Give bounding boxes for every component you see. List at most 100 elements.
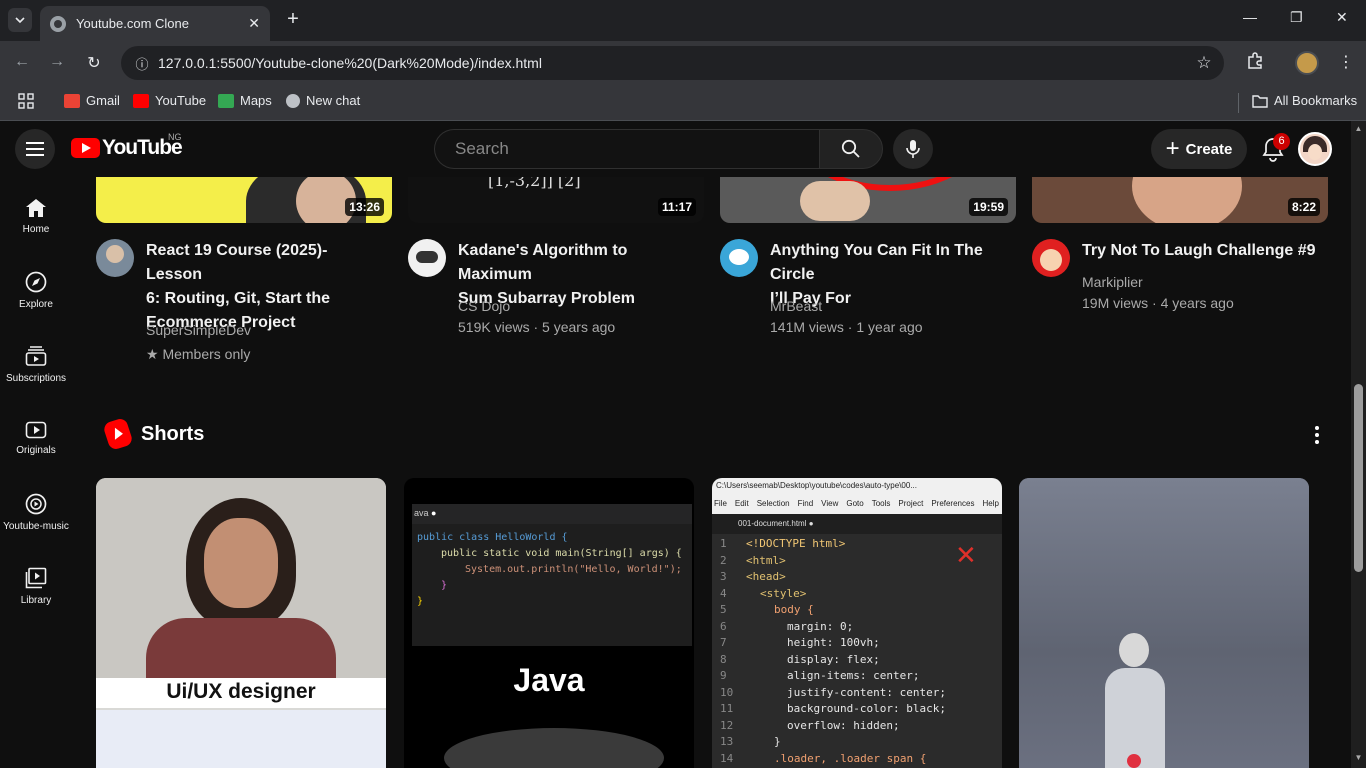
search-input[interactable]: Search bbox=[434, 129, 819, 169]
figure-head bbox=[1119, 633, 1149, 667]
back-button[interactable]: ← bbox=[11, 53, 33, 71]
apps-icon[interactable] bbox=[18, 93, 34, 109]
sidebar-item-explore[interactable]: Explore bbox=[0, 255, 72, 325]
country-code: NG bbox=[168, 132, 182, 142]
youtube-header: YouTube NG Search + Create 6 bbox=[0, 121, 1351, 177]
notifications-button[interactable]: 6 bbox=[1259, 133, 1290, 163]
gmail-icon bbox=[64, 93, 80, 108]
browser-tabbar: Youtube.com Clone ✕ + — ❐ ✕ bbox=[0, 0, 1366, 41]
sidebar-item-label: Originals bbox=[16, 444, 56, 456]
code-line: } bbox=[441, 580, 448, 591]
microphone-icon bbox=[906, 140, 920, 158]
sidebar-item-youtube-music[interactable]: Youtube-music bbox=[0, 477, 72, 547]
short-card[interactable] bbox=[1019, 478, 1309, 768]
library-icon bbox=[25, 567, 47, 588]
channel-avatar[interactable] bbox=[720, 239, 758, 277]
channel-name[interactable]: SuperSimpleDev bbox=[146, 320, 251, 340]
scrollbar-thumb[interactable] bbox=[1354, 384, 1363, 572]
create-label: Create bbox=[1185, 140, 1233, 158]
extensions-icon[interactable] bbox=[1246, 52, 1264, 75]
sidebar-item-library[interactable]: Library bbox=[0, 551, 72, 621]
bookmark-maps[interactable]: Maps bbox=[218, 93, 272, 108]
youtube-play-icon bbox=[71, 138, 100, 158]
plus-icon: + bbox=[1165, 135, 1180, 162]
chat-icon bbox=[286, 93, 300, 108]
video-duration: 19:59 bbox=[969, 198, 1008, 216]
youtube-icon bbox=[133, 93, 149, 108]
sidebar-item-label: Explore bbox=[19, 298, 53, 310]
short-smoke bbox=[444, 728, 664, 768]
address-bar[interactable]: ⓘ 127.0.0.1:5500/Youtube-clone%20(Dark%2… bbox=[121, 46, 1224, 80]
bookmark-new-chat[interactable]: New chat bbox=[286, 93, 360, 108]
bookmark-youtube[interactable]: YouTube bbox=[133, 93, 206, 108]
folder-icon bbox=[1252, 94, 1268, 108]
site-info-icon[interactable]: ⓘ bbox=[127, 54, 157, 73]
music-icon bbox=[25, 493, 47, 514]
video-title-line: Try Not To Laugh Challenge #9 bbox=[1082, 242, 1316, 259]
user-avatar[interactable] bbox=[1298, 132, 1332, 166]
page-scrollbar[interactable]: ▲ ▼ bbox=[1351, 121, 1366, 768]
video-title-line: Kadane's Algorithm to Maximum bbox=[458, 242, 628, 283]
video-duration: 11:17 bbox=[657, 198, 696, 216]
close-tab-icon[interactable]: ✕ bbox=[248, 15, 260, 32]
channel-avatar[interactable] bbox=[96, 239, 134, 277]
video-title[interactable]: Try Not To Laugh Challenge #9 bbox=[1082, 239, 1332, 263]
channel-avatar[interactable] bbox=[1032, 239, 1070, 277]
sidebar-item-home[interactable]: Home bbox=[0, 181, 72, 251]
video-title-line: Anything You Can Fit In The Circle bbox=[770, 242, 983, 283]
home-icon bbox=[26, 198, 46, 217]
scroll-down-arrow[interactable]: ▼ bbox=[1351, 753, 1366, 762]
bookmark-star-icon[interactable]: ☆ bbox=[1184, 53, 1224, 73]
menu-icon[interactable] bbox=[15, 129, 55, 169]
forward-button[interactable]: → bbox=[46, 53, 68, 71]
video-duration: 8:22 bbox=[1287, 198, 1320, 216]
new-tab-button[interactable]: + bbox=[282, 8, 304, 32]
search-button[interactable] bbox=[819, 129, 883, 169]
browser-tab[interactable]: Youtube.com Clone ✕ bbox=[40, 6, 270, 41]
video-stats: 19M views · 4 years ago bbox=[1082, 295, 1234, 311]
reload-button[interactable]: ↻ bbox=[83, 53, 105, 73]
chevron-down-icon bbox=[15, 17, 25, 24]
browser-menu-icon[interactable]: ⋮ bbox=[1338, 52, 1354, 72]
notification-badge: 6 bbox=[1273, 133, 1290, 150]
channel-name[interactable]: Markiplier bbox=[1082, 272, 1143, 292]
thumbnail-hand bbox=[800, 181, 870, 221]
create-button[interactable]: + Create bbox=[1151, 129, 1247, 169]
close-window-button[interactable]: ✕ bbox=[1336, 9, 1348, 26]
short-lower-panel bbox=[96, 710, 386, 768]
tab-search-button[interactable] bbox=[8, 8, 32, 32]
video-stats: 519K views · 5 years ago bbox=[458, 319, 616, 335]
channel-name[interactable]: CS Dojo bbox=[458, 296, 510, 316]
scroll-up-arrow[interactable]: ▲ bbox=[1351, 124, 1366, 133]
bookmark-label: YouTube bbox=[155, 93, 207, 108]
bookmark-label: Gmail bbox=[86, 93, 120, 108]
voice-search-button[interactable] bbox=[893, 129, 933, 169]
subscriptions-icon bbox=[25, 345, 47, 366]
channel-avatar[interactable] bbox=[408, 239, 446, 277]
editor-file-tab: 001-document.html ● bbox=[712, 514, 1002, 534]
sidebar-item-label: Home bbox=[22, 223, 50, 235]
sidebar-item-originals[interactable]: Originals bbox=[0, 403, 72, 473]
youtube-logo[interactable]: YouTube NG bbox=[71, 132, 183, 160]
video-title-line: React 19 Course (2025)- Lesson bbox=[146, 242, 328, 283]
shorts-more-icon[interactable] bbox=[1309, 423, 1325, 447]
code-line: public static void main(String[] args) { bbox=[441, 548, 682, 559]
globe-icon bbox=[50, 15, 66, 32]
maps-icon bbox=[218, 93, 234, 108]
minimize-button[interactable]: — bbox=[1243, 9, 1257, 25]
channel-name[interactable]: MrBeast bbox=[770, 296, 822, 316]
short-card[interactable]: ava ● public class HelloWorld { public s… bbox=[404, 478, 694, 768]
short-card[interactable]: Ui/UX designer bbox=[96, 478, 386, 768]
sidebar-item-subscriptions[interactable]: Subscriptions bbox=[0, 329, 72, 399]
bookmarks-divider bbox=[1238, 93, 1239, 113]
shorts-title: Shorts bbox=[141, 422, 205, 445]
bookmark-gmail[interactable]: Gmail bbox=[64, 93, 120, 108]
browser-profile-icon[interactable] bbox=[1295, 51, 1319, 75]
search-placeholder: Search bbox=[455, 139, 509, 158]
all-bookmarks[interactable]: All Bookmarks bbox=[1252, 93, 1357, 108]
restore-button[interactable]: ❐ bbox=[1290, 9, 1303, 26]
short-thumbnail bbox=[96, 478, 386, 678]
short-card[interactable]: C:\Users\seemab\Desktop\youtube\codes\au… bbox=[712, 478, 1002, 768]
youtube-page: 13:26 React 19 Course (2025)- Lesson 6: … bbox=[0, 121, 1351, 768]
video-duration: 13:26 bbox=[345, 198, 384, 216]
